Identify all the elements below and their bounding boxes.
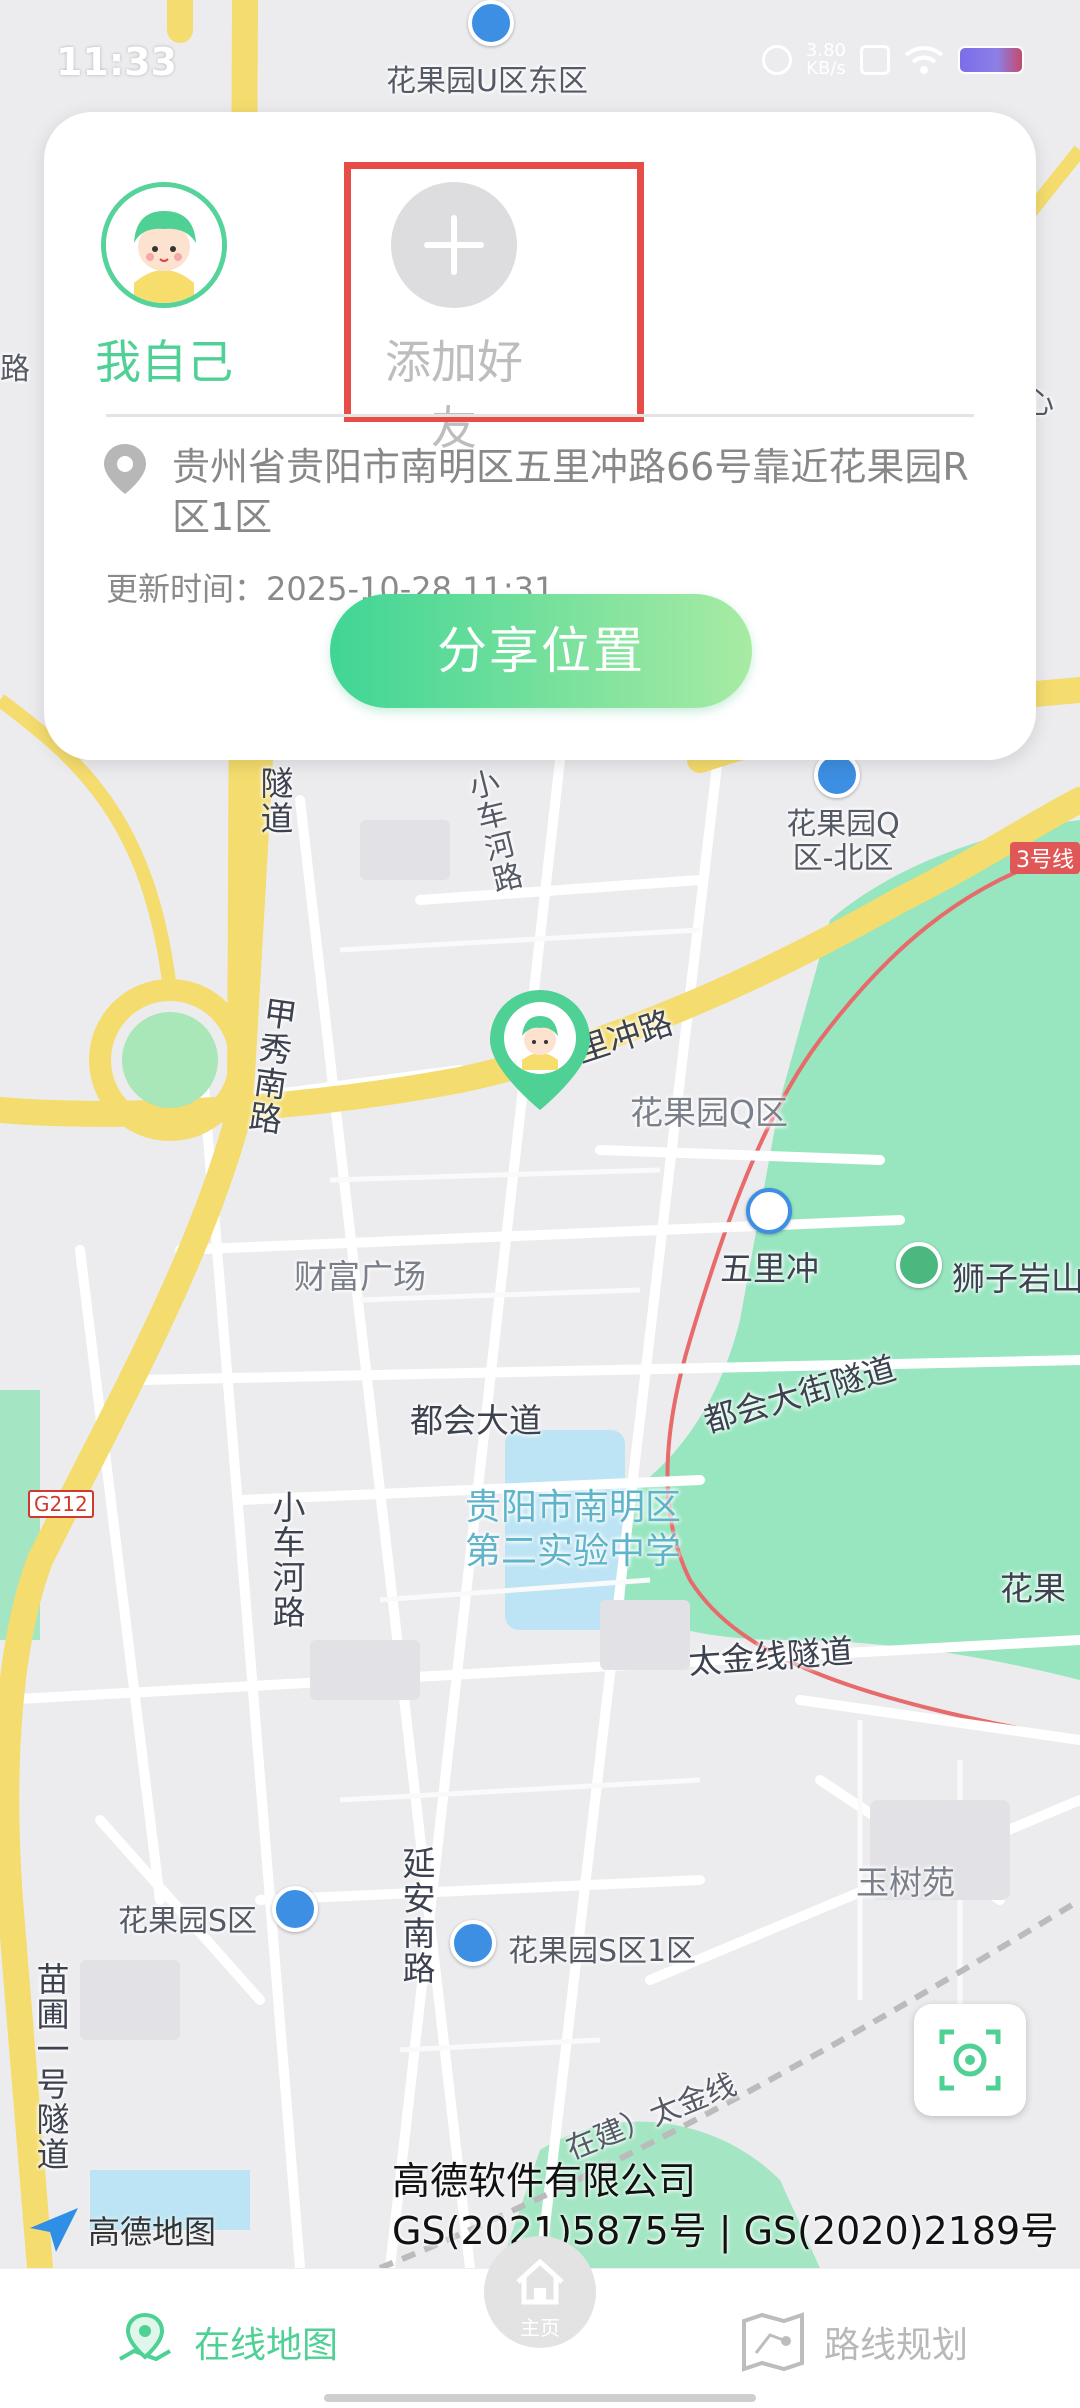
- metro-station-icon[interactable]: [746, 1188, 792, 1234]
- map-label: 小车河路: [267, 1490, 306, 1630]
- map-label: 花果园Q区: [630, 1093, 788, 1132]
- home-button[interactable]: 主页: [484, 2236, 596, 2348]
- map-label: 五里冲: [720, 1249, 819, 1288]
- map-label: 花果: [1000, 1569, 1066, 1608]
- nav-online-map[interactable]: 在线地图: [114, 2311, 338, 2373]
- route-map-icon: [742, 2312, 804, 2372]
- map-label: 财富广场: [294, 1257, 426, 1296]
- map-label: 路: [0, 352, 30, 387]
- map-label: 延安南路: [397, 1846, 436, 1986]
- home-icon: [516, 2258, 564, 2305]
- nav-route-planning-label: 路线规划: [824, 2325, 969, 2366]
- metro-line-tag: 3号线: [1010, 842, 1080, 874]
- gesture-bar[interactable]: [324, 2394, 756, 2402]
- poi-icon[interactable]: [450, 1920, 496, 1966]
- mute-icon: [761, 45, 792, 75]
- gaode-logo: 高德地图: [28, 2206, 216, 2254]
- map-label: 花果园S区: [118, 1904, 258, 1939]
- share-location-button[interactable]: 分享位置: [330, 594, 752, 708]
- map-label: 隧道: [255, 766, 294, 836]
- nav-route-planning[interactable]: 路线规划: [740, 2311, 968, 2373]
- school-label: 贵阳市南明区第二实验中学: [464, 1487, 681, 1572]
- wifi-icon: [904, 46, 944, 74]
- address-text: 贵州省贵阳市南明区五里冲路66号靠近花果园R区1区: [172, 445, 969, 539]
- location-card: 我自己 添加好友 贵州省贵阳市南明区五里冲路66号靠近花果园R区1区 更新时间：…: [44, 112, 1036, 760]
- map-label: 花果园S区1区: [508, 1934, 697, 1969]
- divider: [106, 414, 974, 417]
- map-label: 都会大道: [410, 1401, 542, 1440]
- map-label: 玉树苑: [856, 1863, 955, 1902]
- map-label: 花果园Q区-北区: [786, 807, 900, 876]
- locate-button[interactable]: [914, 2004, 1026, 2116]
- poi-icon[interactable]: [272, 1886, 318, 1932]
- battery-icon: [958, 46, 1024, 74]
- copyright-company: 高德软件有限公司: [392, 2159, 697, 2203]
- boy-avatar-icon: [106, 187, 222, 303]
- status-time: 11:33: [56, 40, 177, 84]
- gaode-arrow-icon: [30, 2208, 78, 2252]
- net-speed: 3.80 KB/s: [806, 42, 846, 78]
- member-me[interactable]: 我自己: [74, 182, 254, 392]
- gaode-logo-text: 高德地图: [88, 2213, 217, 2251]
- member-label: 我自己: [95, 335, 233, 389]
- nav-online-map-label: 在线地图: [194, 2325, 339, 2366]
- avatar[interactable]: [101, 182, 227, 308]
- home-label: 主页: [520, 2316, 560, 2340]
- status-icons: 3.80 KB/s: [761, 42, 1024, 78]
- map-label: 苗圃一号隧道: [31, 1962, 70, 2172]
- crosshair-icon: [939, 2029, 1001, 2091]
- park-icon[interactable]: [896, 1242, 942, 1288]
- user-location-marker[interactable]: [490, 990, 590, 1120]
- status-bar: 11:33 3.80 KB/s: [0, 30, 1080, 94]
- net-speed-unit: KB/s: [806, 58, 846, 79]
- highlight-box: [344, 162, 644, 422]
- map-pin-icon: [119, 2312, 171, 2362]
- map-label: 狮子岩山: [952, 1259, 1080, 1298]
- highway-shield: G212: [28, 1490, 94, 1518]
- location-pin-icon: [104, 444, 146, 494]
- close-box-icon: [860, 45, 890, 75]
